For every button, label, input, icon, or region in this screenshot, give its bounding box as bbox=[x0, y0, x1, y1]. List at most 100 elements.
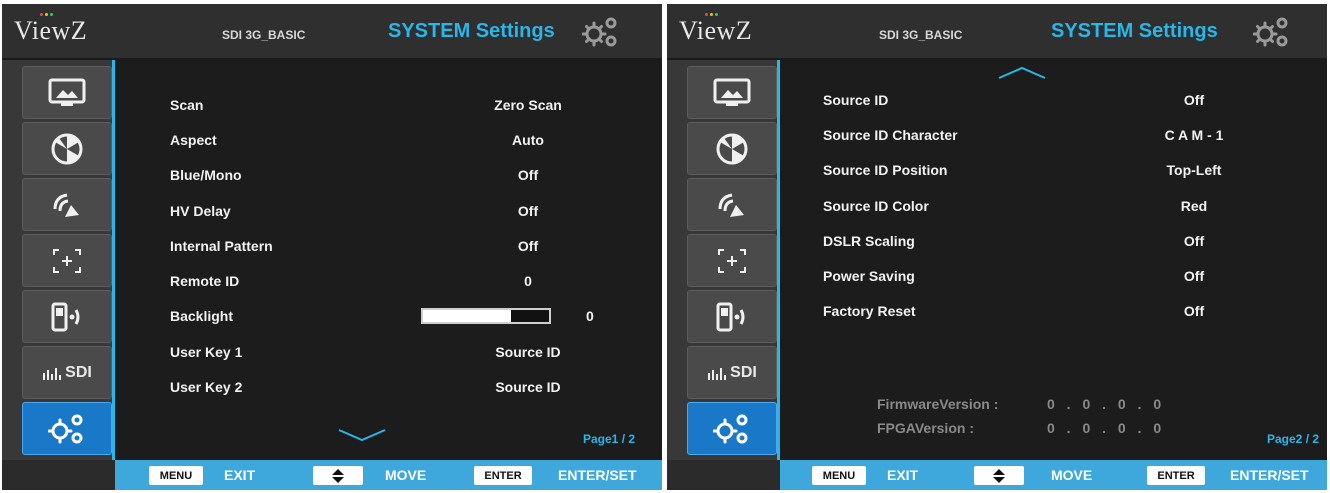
setting-label-backlight[interactable]: Backlight bbox=[170, 308, 233, 324]
page-indicator: Page2 / 2 bbox=[1267, 432, 1320, 446]
setting-value-power-saving[interactable]: Off bbox=[1114, 268, 1274, 284]
sidebar-item-picture[interactable] bbox=[22, 66, 112, 119]
move-label: MOVE bbox=[1051, 467, 1093, 483]
setting-value-remote-id[interactable]: 0 bbox=[448, 273, 608, 289]
setting-label-factory-reset[interactable]: Factory Reset bbox=[823, 303, 916, 319]
setting-label-aspect[interactable]: Aspect bbox=[170, 132, 217, 148]
enter-key[interactable]: ENTER bbox=[1147, 466, 1205, 485]
settings-list: Source ID Off Source ID Character C A M … bbox=[780, 60, 1327, 460]
sdi-icon bbox=[43, 367, 62, 380]
setting-value-aspect[interactable]: Auto bbox=[448, 132, 608, 148]
sidebar-item-system[interactable] bbox=[687, 402, 777, 455]
sidebar-sdi-label: SDI bbox=[730, 363, 757, 381]
firmware-version-value: 0 . 0 . 0 . 0 bbox=[1047, 396, 1166, 412]
backlight-slider-fill bbox=[423, 310, 512, 322]
sidebar-item-remote[interactable] bbox=[22, 290, 112, 343]
setting-label-dslr-scaling[interactable]: DSLR Scaling bbox=[823, 233, 915, 249]
setting-value-source-id[interactable]: Off bbox=[1114, 92, 1274, 108]
menu-key[interactable]: MENU bbox=[812, 466, 866, 485]
move-key-icon[interactable] bbox=[974, 466, 1024, 485]
sidebar-item-sdi[interactable]: SDI bbox=[22, 346, 112, 399]
enter-set-label: ENTER/SET bbox=[1230, 467, 1309, 483]
move-label: MOVE bbox=[385, 467, 427, 483]
sidebar-item-system[interactable] bbox=[22, 402, 112, 455]
monitor-icon bbox=[48, 78, 86, 106]
signal-icon bbox=[53, 193, 79, 217]
setting-value-user-key-1[interactable]: Source ID bbox=[448, 344, 608, 360]
sidebar-item-picture[interactable] bbox=[687, 66, 777, 119]
sidebar-item-audio[interactable] bbox=[687, 178, 777, 231]
settings-gear-icon bbox=[582, 17, 617, 47]
setting-label-source-id-character[interactable]: Source ID Character bbox=[823, 127, 958, 143]
exit-label: EXIT bbox=[224, 467, 256, 483]
setting-label-internal-pattern[interactable]: Internal Pattern bbox=[170, 238, 273, 254]
osd-panel-page-1: ViewZ SDI 3G_BASIC SYSTEM Settings SDI S… bbox=[2, 4, 662, 490]
settings-icon bbox=[48, 414, 83, 443]
setting-value-internal-pattern[interactable]: Off bbox=[448, 238, 608, 254]
setting-label-remote-id[interactable]: Remote ID bbox=[170, 273, 239, 289]
color-wheel-icon bbox=[51, 133, 83, 164]
remote-icon bbox=[51, 302, 80, 331]
settings-gear-icon bbox=[1253, 17, 1288, 47]
setting-label-user-key-1[interactable]: User Key 1 bbox=[170, 344, 242, 360]
remote-icon bbox=[716, 302, 745, 331]
exit-label: EXIT bbox=[887, 467, 919, 483]
enter-key[interactable]: ENTER bbox=[474, 466, 532, 485]
signal-icon bbox=[718, 193, 744, 217]
setting-value-scan[interactable]: Zero Scan bbox=[448, 97, 608, 113]
sidebar-item-sdi[interactable]: SDI bbox=[687, 346, 777, 399]
logo-dots-icon bbox=[705, 13, 719, 16]
scroll-down-chevron-icon[interactable] bbox=[337, 428, 387, 442]
logo-dots-icon bbox=[40, 13, 54, 16]
sidebar-item-remote[interactable] bbox=[687, 290, 777, 343]
enter-set-label: ENTER/SET bbox=[558, 467, 637, 483]
setting-label-source-id[interactable]: Source ID bbox=[823, 92, 888, 108]
setting-label-power-saving[interactable]: Power Saving bbox=[823, 268, 915, 284]
settings-list: Scan Zero Scan Aspect Auto Blue/Mono Off… bbox=[115, 60, 662, 460]
sidebar-item-color[interactable] bbox=[687, 122, 777, 175]
firmware-version-label: FirmwareVersion : bbox=[877, 396, 999, 412]
menu-title: SYSTEM Settings bbox=[388, 20, 555, 42]
header-bar: ViewZ SDI 3G_BASIC SYSTEM Settings bbox=[2, 4, 662, 60]
sdi-icon bbox=[708, 367, 727, 380]
setting-label-scan[interactable]: Scan bbox=[170, 97, 203, 113]
sidebar-item-audio[interactable] bbox=[22, 178, 112, 231]
backlight-slider[interactable] bbox=[421, 308, 551, 324]
setting-value-hv-delay[interactable]: Off bbox=[448, 203, 608, 219]
brand-logo: ViewZ bbox=[14, 16, 88, 45]
fpga-version-label: FPGAVersion : bbox=[877, 420, 974, 436]
color-wheel-icon bbox=[716, 133, 748, 164]
setting-value-dslr-scaling[interactable]: Off bbox=[1114, 233, 1274, 249]
footer: MENU EXIT MOVE ENTER ENTER/SET bbox=[2, 460, 662, 490]
setting-value-source-id-character[interactable]: C A M - 1 bbox=[1114, 127, 1274, 143]
scroll-up-chevron-icon[interactable] bbox=[997, 66, 1047, 80]
setting-value-user-key-2[interactable]: Source ID bbox=[448, 379, 608, 395]
brand-logo: ViewZ bbox=[679, 16, 753, 45]
footer: MENU EXIT MOVE ENTER ENTER/SET bbox=[667, 460, 1327, 490]
setting-value-source-id-position[interactable]: Top-Left bbox=[1114, 162, 1274, 178]
setting-value-factory-reset[interactable]: Off bbox=[1114, 303, 1274, 319]
sidebar-item-color[interactable] bbox=[22, 122, 112, 175]
setting-value-backlight[interactable]: 0 bbox=[586, 308, 594, 324]
fpga-version-value: 0 . 0 . 0 . 0 bbox=[1047, 420, 1166, 436]
setting-label-blue-mono[interactable]: Blue/Mono bbox=[170, 167, 242, 183]
page-indicator: Page1 / 2 bbox=[583, 432, 636, 446]
setting-label-source-id-color[interactable]: Source ID Color bbox=[823, 198, 929, 214]
sidebar-item-marker[interactable] bbox=[22, 234, 112, 287]
header-bar: ViewZ SDI 3G_BASIC SYSTEM Settings bbox=[667, 4, 1327, 60]
focus-icon bbox=[718, 248, 746, 273]
sidebar-item-marker[interactable] bbox=[687, 234, 777, 287]
focus-icon bbox=[53, 248, 81, 273]
setting-label-user-key-2[interactable]: User Key 2 bbox=[170, 379, 242, 395]
osd-panel-page-2: ViewZ SDI 3G_BASIC SYSTEM Settings SDI S… bbox=[667, 4, 1327, 490]
sidebar-sdi-label: SDI bbox=[65, 363, 92, 381]
menu-title: SYSTEM Settings bbox=[1051, 20, 1218, 42]
setting-value-source-id-color[interactable]: Red bbox=[1114, 198, 1274, 214]
menu-key[interactable]: MENU bbox=[149, 466, 203, 485]
monitor-icon bbox=[713, 78, 751, 106]
setting-label-hv-delay[interactable]: HV Delay bbox=[170, 203, 231, 219]
settings-icon bbox=[713, 414, 748, 443]
setting-value-blue-mono[interactable]: Off bbox=[448, 167, 608, 183]
setting-label-source-id-position[interactable]: Source ID Position bbox=[823, 162, 947, 178]
move-key-icon[interactable] bbox=[313, 466, 363, 485]
